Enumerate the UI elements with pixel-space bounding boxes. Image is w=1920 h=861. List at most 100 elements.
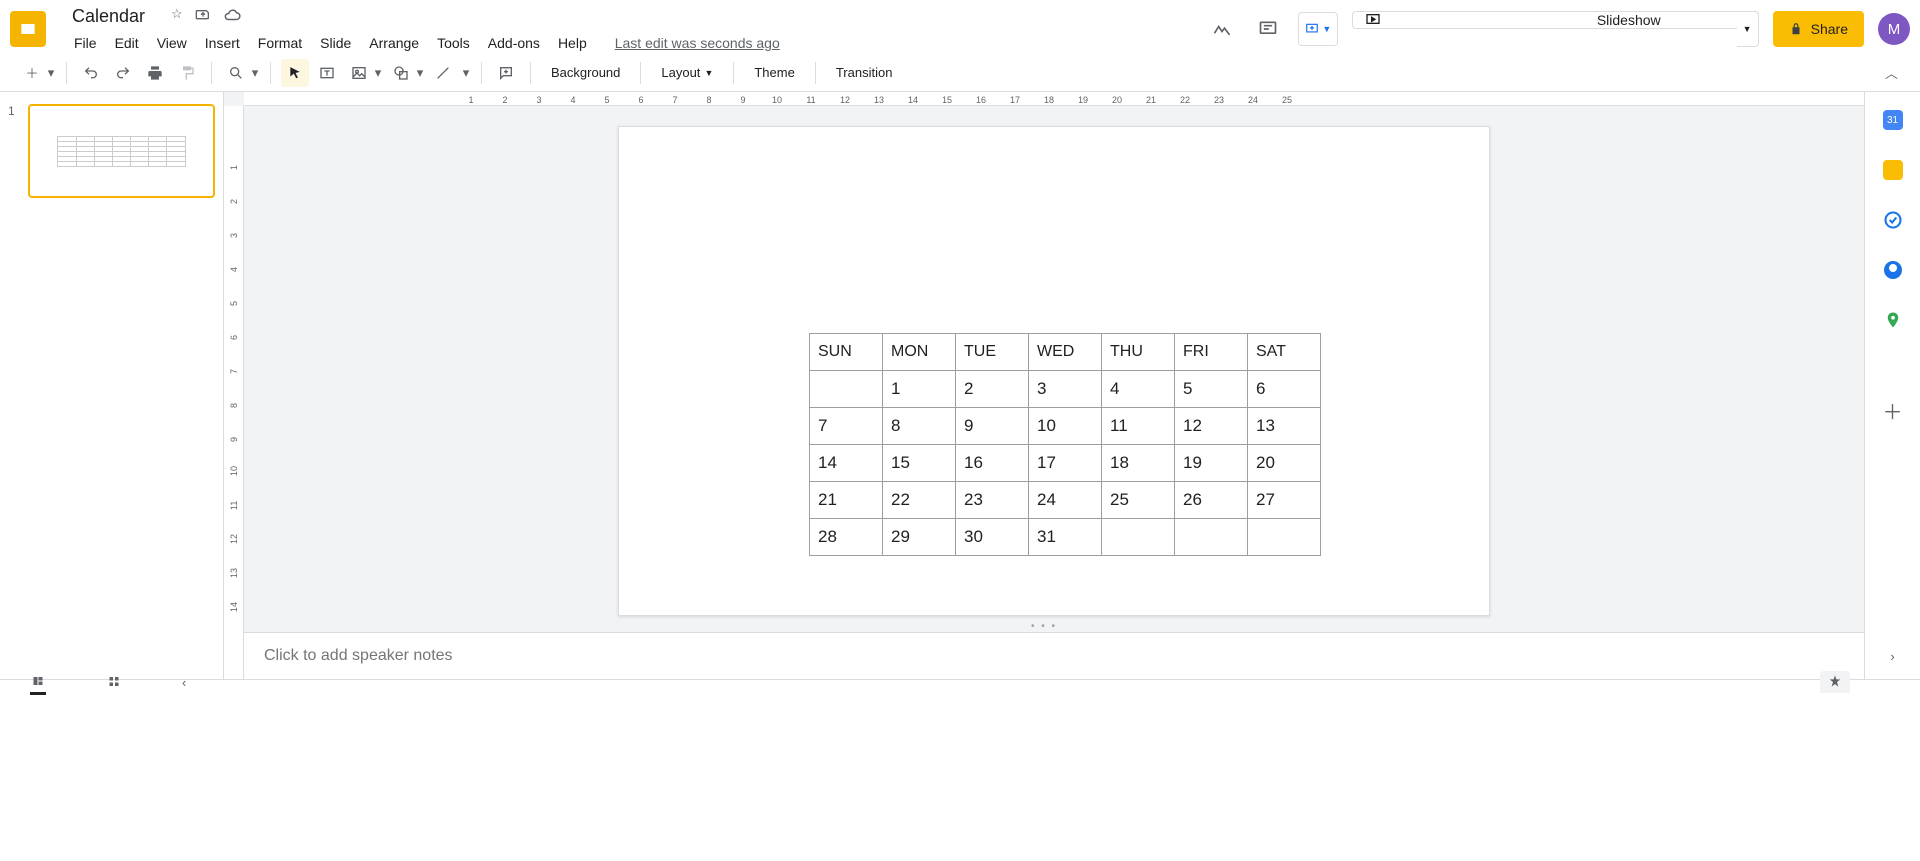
speaker-notes[interactable]: Click to add speaker notes [244,632,1864,679]
calendar-cell[interactable]: 19 [1175,445,1248,482]
menu-tools[interactable]: Tools [429,31,478,55]
calendar-cell[interactable]: 15 [883,445,956,482]
menu-help[interactable]: Help [550,31,595,55]
calendar-cell[interactable]: 13 [1248,408,1321,445]
layout-button[interactable]: Layout▼ [651,59,723,87]
add-comment-button[interactable] [492,59,520,87]
calendar-cell[interactable]: 30 [956,519,1029,556]
menu-arrange[interactable]: Arrange [361,31,427,55]
calendar-cell[interactable]: 6 [1248,371,1321,408]
line-dropdown[interactable]: ▾ [461,65,471,81]
line-tool[interactable] [429,59,457,87]
shape-tool[interactable] [387,59,415,87]
horizontal-ruler[interactable]: 1234567891011121314151617181920212223242… [244,92,1864,106]
calendar-cell[interactable]: 16 [956,445,1029,482]
calendar-cell[interactable] [1175,519,1248,556]
textbox-tool[interactable] [313,59,341,87]
calendar-app-icon[interactable]: 31 [1881,108,1905,132]
calendar-cell[interactable]: 1 [883,371,956,408]
redo-button[interactable] [109,59,137,87]
calendar-header-cell[interactable]: FRI [1175,334,1248,371]
shape-dropdown[interactable]: ▾ [415,65,425,81]
calendar-cell[interactable]: 27 [1248,482,1321,519]
calendar-cell[interactable]: 4 [1102,371,1175,408]
calendar-cell[interactable]: 9 [956,408,1029,445]
maps-app-icon[interactable] [1881,308,1905,332]
calendar-cell[interactable]: 3 [1029,371,1102,408]
notes-resize-handle[interactable]: • • • [224,622,1864,632]
hide-sidepanel-icon[interactable]: › [1881,645,1905,669]
activity-icon[interactable] [1206,13,1238,45]
calendar-cell[interactable]: 8 [883,408,956,445]
calendar-cell[interactable]: 14 [810,445,883,482]
grid-view-icon[interactable] [106,675,122,695]
comments-icon[interactable] [1252,13,1284,45]
zoom-dropdown[interactable]: ▾ [250,65,260,81]
calendar-header-cell[interactable]: SAT [1248,334,1321,371]
calendar-cell[interactable] [1248,519,1321,556]
print-button[interactable] [141,59,169,87]
menu-addons[interactable]: Add-ons [480,31,548,55]
calendar-cell[interactable] [810,371,883,408]
calendar-cell[interactable]: 25 [1102,482,1175,519]
menu-file[interactable]: File [66,31,105,55]
last-edit-link[interactable]: Last edit was seconds ago [607,31,788,55]
contacts-app-icon[interactable] [1881,258,1905,282]
tasks-app-icon[interactable] [1881,208,1905,232]
slides-logo[interactable] [10,11,46,47]
calendar-header-cell[interactable]: TUE [956,334,1029,371]
share-button[interactable]: Share [1773,11,1864,47]
calendar-header-cell[interactable]: MON [883,334,956,371]
present-to-meeting-button[interactable]: ▼ [1298,12,1338,46]
account-avatar[interactable]: M [1878,13,1910,45]
menu-slide[interactable]: Slide [312,31,359,55]
menu-view[interactable]: View [149,31,195,55]
paint-format-button[interactable] [173,59,201,87]
slide-canvas[interactable]: SUNMONTUEWEDTHUFRISAT1234567891011121314… [618,126,1490,616]
calendar-cell[interactable]: 11 [1102,408,1175,445]
calendar-cell[interactable]: 7 [810,408,883,445]
calendar-cell[interactable]: 21 [810,482,883,519]
calendar-cell[interactable]: 17 [1029,445,1102,482]
calendar-cell[interactable]: 29 [883,519,956,556]
calendar-header-cell[interactable]: THU [1102,334,1175,371]
cloud-status-icon[interactable] [223,6,241,27]
calendar-table[interactable]: SUNMONTUEWEDTHUFRISAT1234567891011121314… [809,333,1321,556]
calendar-cell[interactable]: 20 [1248,445,1321,482]
move-icon[interactable] [195,6,211,27]
select-tool[interactable] [281,59,309,87]
calendar-cell[interactable]: 5 [1175,371,1248,408]
slide-thumbnail-1[interactable] [28,104,215,198]
theme-button[interactable]: Theme [744,59,804,87]
background-button[interactable]: Background [541,59,630,87]
calendar-cell[interactable]: 22 [883,482,956,519]
calendar-cell[interactable]: 18 [1102,445,1175,482]
calendar-cell[interactable]: 10 [1029,408,1102,445]
add-addon-icon[interactable]: ＋ [1881,398,1905,422]
collapse-toolbar-icon[interactable]: ︿ [1881,59,1902,86]
calendar-cell[interactable]: 31 [1029,519,1102,556]
transition-button[interactable]: Transition [826,59,903,87]
prev-icon[interactable]: ‹ [182,675,186,695]
calendar-cell[interactable]: 24 [1029,482,1102,519]
calendar-cell[interactable]: 12 [1175,408,1248,445]
undo-button[interactable] [77,59,105,87]
filmstrip-view-icon[interactable] [30,675,46,695]
slideshow-dropdown[interactable]: ▼ [1737,11,1759,47]
star-icon[interactable]: ☆ [171,6,183,27]
image-tool[interactable] [345,59,373,87]
new-slide-dropdown[interactable]: ▾ [46,65,56,81]
menu-format[interactable]: Format [250,31,310,55]
document-title[interactable]: Calendar [66,4,151,29]
vertical-ruler[interactable]: 1234567891011121314 [224,106,244,679]
calendar-cell[interactable]: 2 [956,371,1029,408]
explore-button[interactable] [1820,671,1850,693]
calendar-cell[interactable]: 23 [956,482,1029,519]
calendar-header-cell[interactable]: WED [1029,334,1102,371]
image-dropdown[interactable]: ▾ [373,65,383,81]
new-slide-button[interactable]: ＋ [18,59,46,87]
menu-edit[interactable]: Edit [107,31,147,55]
slideshow-button[interactable]: Slideshow [1352,11,1737,29]
menu-insert[interactable]: Insert [197,31,248,55]
calendar-cell[interactable]: 28 [810,519,883,556]
